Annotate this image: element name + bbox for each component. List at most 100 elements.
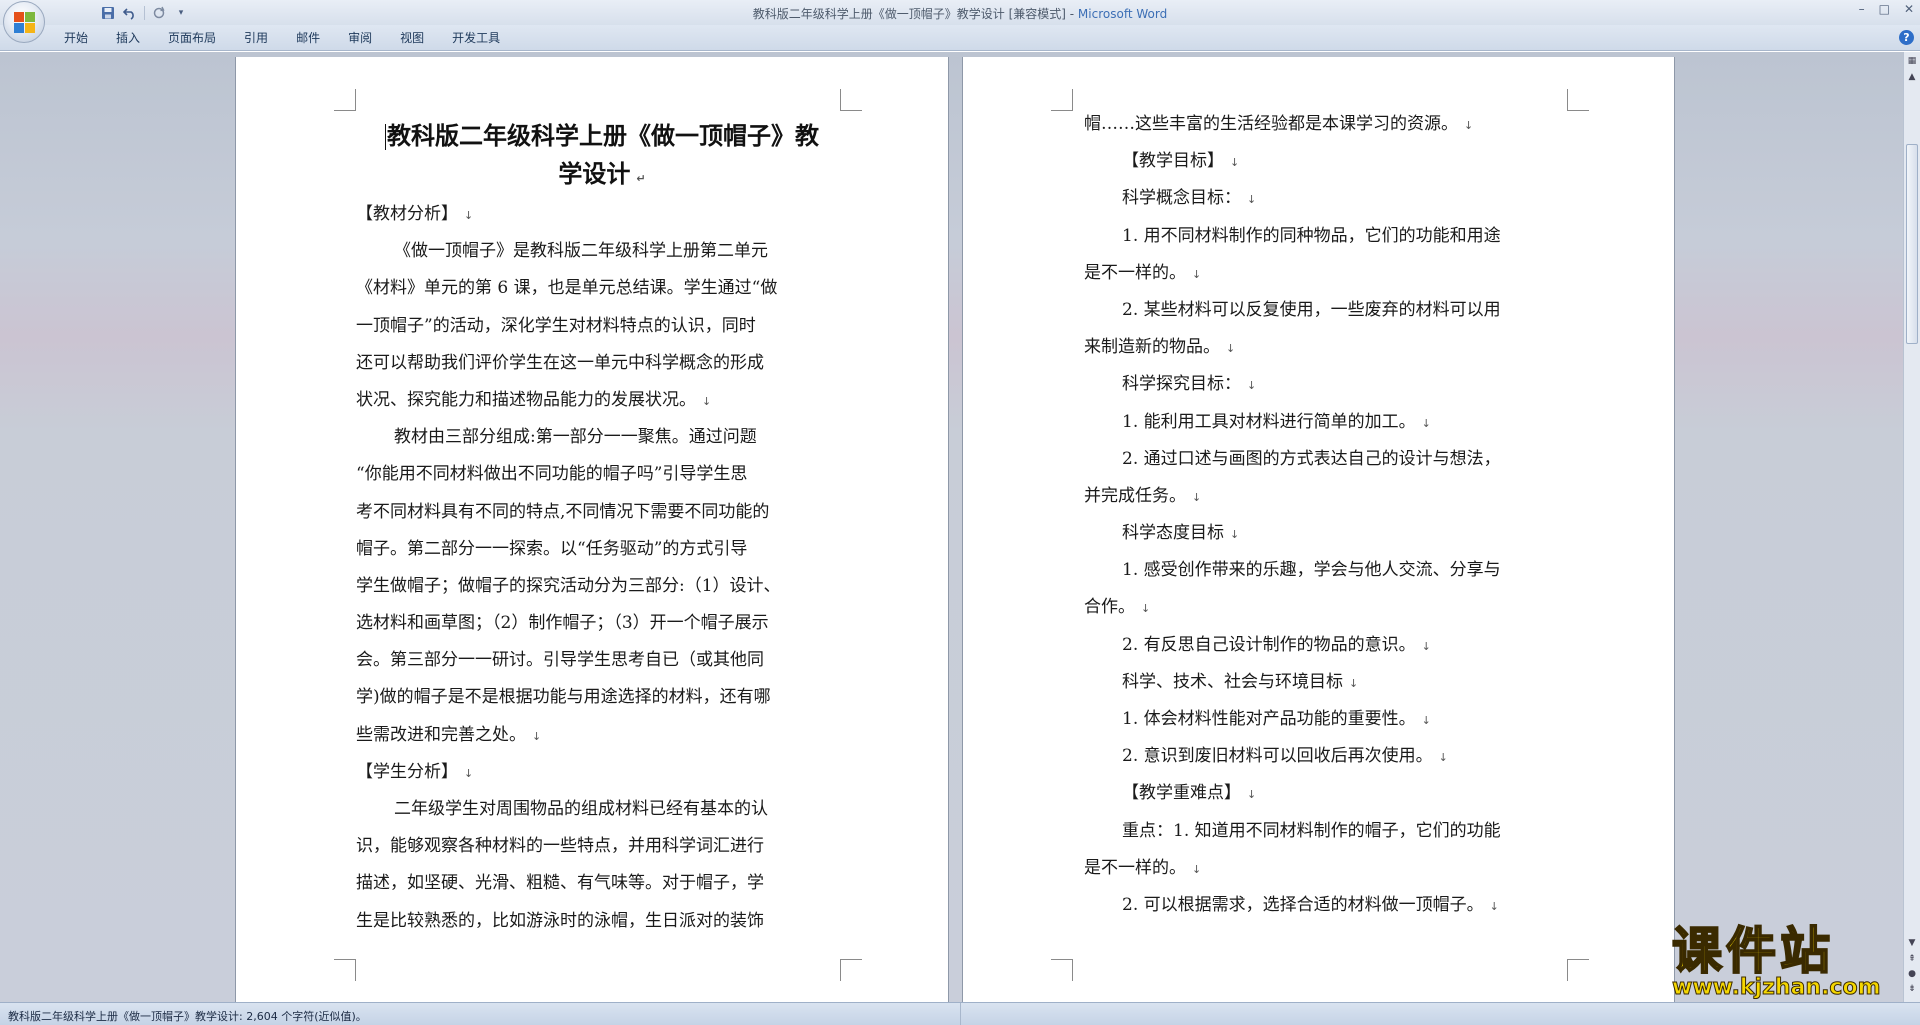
document-line: 是不一样的。 ↓ [1084, 255, 1584, 292]
ribbon-tab[interactable]: 开始 [50, 30, 102, 46]
ribbon-tab[interactable]: 邮件 [282, 30, 334, 46]
office-logo-icon [14, 12, 36, 34]
line-text: 考不同材料具有不同的特点,不同情况下需要不同功能的 [356, 501, 770, 522]
text-cursor [385, 124, 386, 150]
document-line: 合作。 ↓ [1084, 589, 1584, 626]
paragraph-mark-icon: ↓ [464, 766, 474, 780]
line-text: 学)做的帽子是不是根据功能与用途选择的材料，还有哪 [356, 687, 771, 708]
line-text: 重点：1. 知道用不同材料制作的帽子，它们的功能 [1122, 820, 1501, 841]
paragraph-mark-icon: ↓ [1192, 267, 1202, 281]
line-text: 科学态度目标 [1122, 523, 1224, 544]
page-left-body: 【教材分析】 ↓ 《做一顶帽子》是教科版二年级科学上册第二单元 《材料》单元的第 6 … [356, 196, 856, 940]
status-bar: 教科版二年级科学上册《做一顶帽子》教学设计: 2,604 个字符(近似值)。 [0, 1002, 1920, 1025]
ribbon-tab[interactable]: 插入 [102, 30, 154, 46]
line-text: 状况、探究能力和描述物品能力的发展状况。 [356, 389, 696, 410]
previous-page-icon[interactable]: ⇞ [1905, 952, 1919, 966]
paragraph-mark-icon: ↓ [1247, 788, 1257, 802]
paragraph-mark-icon: ↓ [1438, 751, 1448, 765]
line-text: 教材由三部分组成:第一部分一一聚焦。通过问题 [394, 427, 757, 448]
line-text: 生是比较熟悉的，比如游泳时的泳帽，生日派对的装饰 [356, 910, 764, 931]
paragraph-mark-icon: ↓ [1421, 714, 1431, 727]
line-text: 二年级学生对周围物品的组成材料已经有基本的认 [394, 799, 768, 819]
line-text: 合作。 [1084, 597, 1135, 618]
line-text: 学生做帽子；做帽子的探究活动分为三部分:（1）设计、 [356, 575, 781, 596]
line-text: 《材料》单元的第 6 课，也是单元总结课。学生通过“做 [356, 278, 778, 299]
page-left[interactable]: 教科版二年级科学上册《做一顶帽子》教 学设计 ↵ 【教材分析】 ↓ 《做一顶帽子》是教… [236, 57, 948, 1002]
next-page-icon[interactable]: ⇟ [1905, 982, 1919, 996]
crop-mark [334, 89, 356, 111]
document-line: 科学态度目标 ↓ [1084, 515, 1584, 552]
window-controls: – □ ✕ [1859, 2, 1914, 16]
document-line: 生是比较熟悉的，比如游泳时的泳帽，生日派对的装饰 [356, 903, 856, 940]
minimize-icon[interactable]: – [1859, 2, 1865, 16]
select-browse-icon[interactable]: ● [1905, 967, 1919, 981]
document-line: 会。第三部分一一研讨。引导学生思考自已（或其他同 [356, 642, 856, 679]
status-divider [960, 1003, 961, 1025]
watermark-url: www.kjzhan.com [1672, 975, 1882, 1000]
document-heading: 教科版二年级科学上册《做一顶帽子》教 学设计 ↵ [356, 117, 848, 198]
close-icon[interactable]: ✕ [1904, 2, 1914, 16]
crop-mark [840, 959, 862, 981]
title-bar: ▾ 教科版二年级科学上册《做一顶帽子》教学设计 [兼容模式] - Microso… [0, 0, 1920, 25]
document-line: “你能用不同材料做出不同功能的帽子吗”引导学生思 [356, 456, 856, 493]
document-line: 【教学目标】 ↓ [1084, 143, 1584, 180]
document-line: 描述，如坚硬、光滑、粗糙、有气味等。对于帽子，学 [356, 865, 856, 902]
document-line: 学)做的帽子是不是根据功能与用途选择的材料，还有哪 [356, 679, 856, 716]
document-line: 2. 有反思自己设计制作的物品的意识。 ↓ [1084, 627, 1584, 664]
page-right[interactable]: 帽……这些丰富的生活经验都是本课学习的资源。 ↓ 【教学目标】 ↓ 科学概念目标： ↓ 1.… [963, 57, 1674, 1002]
watermark-text: 课件站 [1671, 922, 1834, 980]
document-line: 科学探究目标： ↓ [1084, 366, 1584, 403]
paragraph-mark-icon: ↓ [1247, 379, 1257, 393]
page-right-body: 帽……这些丰富的生活经验都是本课学习的资源。 ↓ 【教学目标】 ↓ 科学概念目标： ↓ 1.… [1084, 106, 1584, 924]
document-title: 教科版二年级科学上册《做一顶帽子》教学设计 [兼容模式] - [752, 7, 1078, 21]
document-line: 【学生分析】 ↓ [356, 754, 856, 791]
paragraph-mark-icon: ↓ [1421, 416, 1431, 430]
ribbon-tab[interactable]: 视图 [386, 30, 438, 46]
line-text: 【教材分析】 [356, 204, 458, 224]
line-text: 会。第三部分一一研讨。引导学生思考自已（或其他同 [356, 650, 764, 671]
document-line: 选材料和画草图；（2）制作帽子；（3）开一个帽子展示 [356, 605, 856, 642]
help-icon[interactable]: ? [1899, 30, 1914, 45]
maximize-icon[interactable]: □ [1879, 2, 1890, 16]
heading-line-1: 教科版二年级科学上册《做一顶帽子》教 [387, 122, 819, 150]
ruler-toggle-icon[interactable]: ▦ [1905, 54, 1919, 68]
paragraph-mark-icon: ↓ [1421, 639, 1431, 653]
document-line: 2. 意识到废旧材料可以回收后再次使用。 ↓ [1084, 738, 1584, 775]
line-text: 科学概念目标： [1122, 188, 1241, 209]
crop-mark [1567, 959, 1589, 981]
paragraph-mark-icon: ↓ [1230, 528, 1240, 542]
office-button[interactable] [3, 1, 45, 43]
line-text: 【教学重难点】 [1122, 783, 1241, 804]
line-text: 帽子。第二部分一一探索。以“任务驱动”的方式引导 [356, 538, 748, 559]
ribbon-tab[interactable]: 审阅 [334, 30, 386, 46]
ribbon-tab-bar: 开始 插入 页面布局 引用 邮件 审阅 视图 开发工具 ? [0, 25, 1920, 51]
document-line: 2. 通过口述与画图的方式表达自己的设计与想法， [1084, 441, 1584, 478]
line-text: 还可以帮助我们评价学生在这一单元中科学概念的形成 [356, 352, 764, 373]
line-text: 2. 通过口述与画图的方式表达自己的设计与想法， [1122, 448, 1501, 469]
document-line: 一顶帽子”的活动，深化学生对材料特点的认识，同时 [356, 308, 856, 345]
line-text: 是不一样的。 [1084, 857, 1186, 878]
document-line: 帽……这些丰富的生活经验都是本课学习的资源。 ↓ [1084, 106, 1584, 143]
scroll-down-icon[interactable]: ▼ [1905, 936, 1919, 950]
paragraph-mark-icon: ↓ [1192, 862, 1202, 876]
crop-mark [840, 89, 862, 111]
scroll-up-icon[interactable]: ▲ [1905, 70, 1919, 84]
line-text: 选材料和画草图；（2）制作帽子；（3）开一个帽子展示 [356, 613, 769, 634]
document-line: 【教学重难点】 ↓ [1084, 775, 1584, 812]
ribbon-tab[interactable]: 页面布局 [154, 30, 230, 46]
ribbon-tab[interactable]: 开发工具 [438, 30, 514, 46]
line-text: “你能用不同材料做出不同功能的帽子吗”引导学生思 [356, 464, 748, 485]
vertical-scrollbar[interactable]: ▦ ▲ ▼ ⇞ ● ⇟ [1903, 52, 1920, 1002]
paragraph-mark-icon: ↓ [1230, 156, 1240, 170]
document-line: 2. 某些材料可以反复使用，一些废弃的材料可以用 [1084, 292, 1584, 329]
line-text: 2. 有反思自己设计制作的物品的意识。 [1122, 634, 1416, 655]
line-text: 科学探究目标： [1122, 374, 1241, 395]
line-text: 2. 可以根据需求，选择合适的材料做一顶帽子。 [1122, 894, 1484, 915]
line-text: 并完成任务。 [1084, 485, 1186, 506]
line-text: 1. 体会材料性能对产品功能的重要性。 [1122, 709, 1416, 729]
scrollbar-thumb[interactable] [1906, 144, 1918, 344]
ribbon-tab[interactable]: 引用 [230, 30, 282, 46]
paragraph-mark-icon: ↵ [636, 172, 646, 185]
line-text: 1. 能利用工具对材料进行简单的加工。 [1122, 411, 1416, 432]
document-line: 重点：1. 知道用不同材料制作的帽子，它们的功能 [1084, 813, 1584, 850]
